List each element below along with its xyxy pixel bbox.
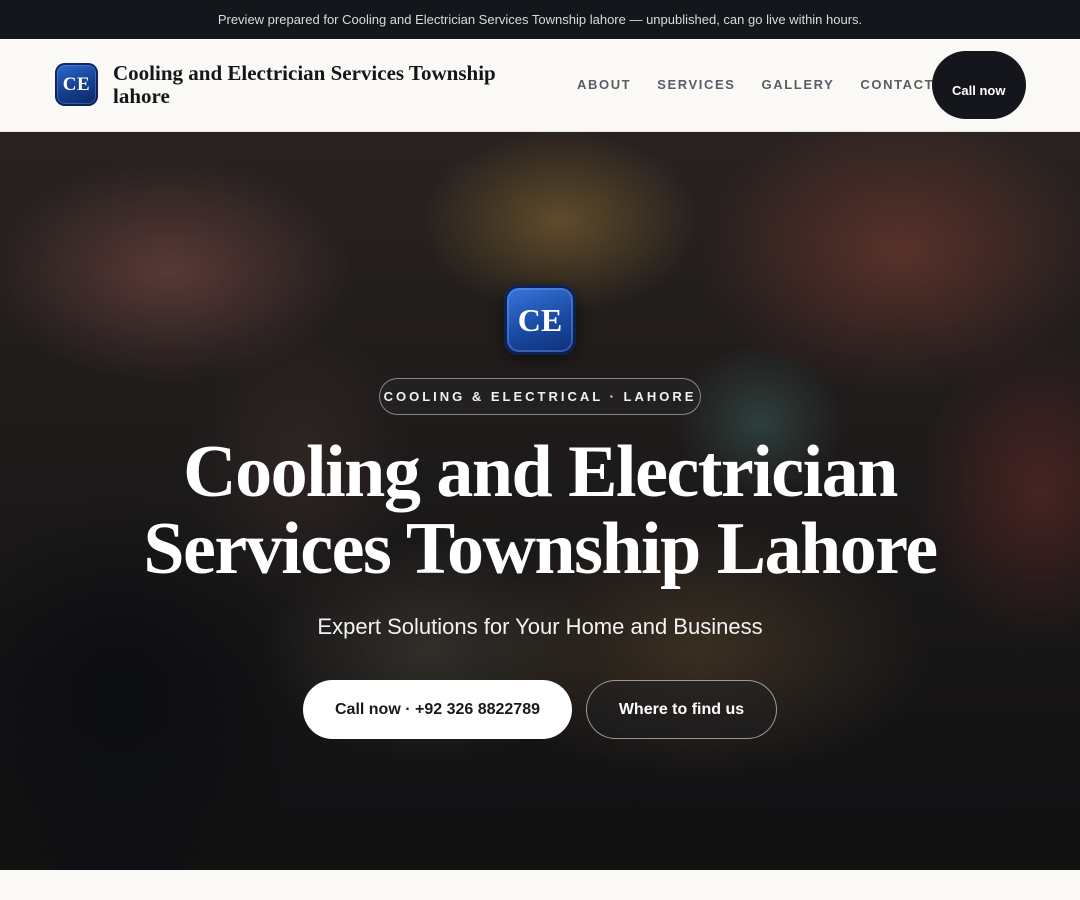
- nav-link-services[interactable]: SERVICES: [657, 77, 735, 92]
- hero-logo-initials: CE: [517, 301, 563, 338]
- hero-subtitle: Expert Solutions for Your Home and Busin…: [317, 614, 763, 639]
- nav-link-about[interactable]: ABOUT: [577, 77, 631, 92]
- nav-link-gallery[interactable]: GALLERY: [762, 77, 835, 92]
- preview-banner-text: Preview prepared for Cooling and Electri…: [217, 12, 863, 27]
- logo-badge[interactable]: CE: [55, 63, 98, 106]
- brand-name[interactable]: Cooling and Electrician Services Townshi…: [113, 62, 553, 108]
- hero-section: CE COOLING & ELECTRICAL · LAHORE Cooling…: [0, 132, 1080, 870]
- hero-logo-badge: CE: [504, 285, 576, 355]
- hero-call-button[interactable]: Call now · +92 326 8822789: [303, 680, 572, 739]
- main-nav: ABOUT SERVICES GALLERY CONTACT: [577, 77, 934, 92]
- hero-title: Cooling and Electrician Services Townshi…: [143, 431, 938, 590]
- site-header: CE Cooling and Electrician Services Town…: [0, 39, 1080, 132]
- preview-banner: Preview prepared for Cooling and Electri…: [0, 0, 1080, 39]
- hero-eyebrow-pill: COOLING & ELECTRICAL · LAHORE: [379, 378, 701, 415]
- logo-initials: CE: [62, 73, 91, 95]
- find-us-button[interactable]: Where to find us: [586, 680, 777, 739]
- nav-link-contact[interactable]: CONTACT: [860, 77, 934, 92]
- header-call-button[interactable]: Call now: [932, 51, 1026, 119]
